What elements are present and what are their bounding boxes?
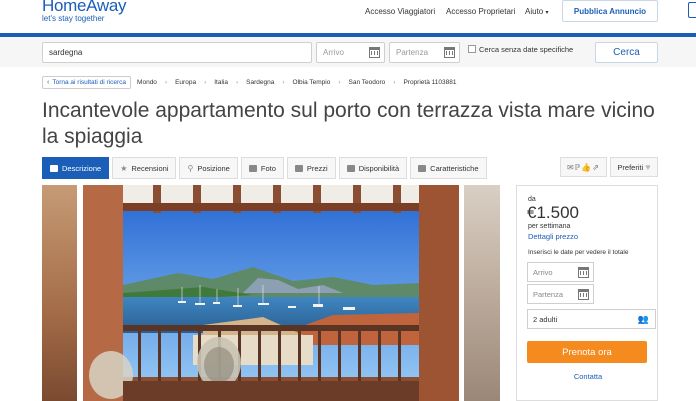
price-icon: [294, 164, 303, 172]
pinterest-icon[interactable]: ℙ: [575, 163, 582, 172]
contact-link[interactable]: Contatta: [517, 372, 659, 381]
booking-panel: da €1.500 per settimana Dettagli prezzo …: [516, 185, 658, 401]
tab-features[interactable]: Caratteristiche: [410, 157, 487, 179]
price-value: €1.500: [527, 203, 579, 222]
previous-photo-thumbnail[interactable]: [42, 185, 77, 401]
breadcrumb-item[interactable]: Europa: [175, 79, 196, 86]
camera-icon: [248, 164, 257, 172]
star-icon: ★: [120, 163, 128, 173]
booking-departure-input[interactable]: Partenza: [527, 284, 594, 304]
breadcrumb-item[interactable]: Olbia Tempio: [293, 79, 331, 86]
guests-selector[interactable]: 2 adulti 👥: [527, 309, 656, 329]
breadcrumb-separator: ›: [282, 79, 285, 86]
nav-help[interactable]: Aiuto ▾: [525, 7, 548, 16]
departure-date-input[interactable]: Partenza: [389, 42, 460, 63]
like-icon[interactable]: 👍: [581, 163, 592, 172]
favorites-label: Preferiti: [617, 162, 644, 172]
calendar-icon: [346, 164, 355, 172]
heart-icon: ♥: [645, 162, 651, 172]
tab-reviews[interactable]: ★ Recensioni: [112, 157, 177, 179]
share-icon[interactable]: ⇗: [592, 163, 600, 172]
breadcrumb-item[interactable]: Sardegna: [246, 79, 274, 86]
list-icon: [418, 164, 427, 172]
publish-listing-button[interactable]: Pubblica Annuncio: [562, 0, 658, 22]
listing-tabs: Descrizione ★ Recensioni ⚲ Posizione Fot…: [42, 157, 490, 179]
book-now-button[interactable]: Prenota ora: [527, 341, 647, 363]
no-dates-checkbox[interactable]: [468, 45, 476, 53]
breadcrumb-item[interactable]: San Teodoro: [349, 79, 386, 86]
chevron-left-icon: ‹: [47, 79, 50, 86]
price-from-label: da: [528, 196, 536, 203]
main-listing-photo[interactable]: [83, 185, 459, 401]
chevron-down-icon: ▾: [545, 10, 549, 16]
tab-label: Prezzi: [306, 163, 328, 173]
tab-label: Descrizione: [62, 163, 102, 173]
search-button[interactable]: Cerca: [595, 42, 658, 63]
booking-arrival-placeholder: Arrivo: [533, 267, 553, 277]
homeaway-logo[interactable]: HomeAway let's stay together: [42, 0, 127, 23]
tab-label: Posizione: [197, 163, 230, 173]
breadcrumb: ‹ Torna ai risultati di ricerca Mondo › …: [42, 76, 464, 89]
price-period: per settimana: [528, 223, 571, 230]
breadcrumb-item[interactable]: Mondo: [137, 79, 157, 86]
arrival-date-input[interactable]: Arrivo: [316, 42, 385, 63]
departure-placeholder: Partenza: [396, 48, 429, 57]
guests-icon: 👥: [637, 314, 649, 324]
favorites-button[interactable]: Preferiti ♥: [610, 157, 658, 177]
breadcrumb-item[interactable]: Italia: [214, 79, 228, 86]
breadcrumb-separator: ›: [164, 79, 168, 86]
tab-photos[interactable]: Foto: [240, 157, 284, 179]
dates-hint: Inserisci le date per vedere il totale: [528, 249, 629, 256]
tab-label: Caratteristiche: [430, 163, 479, 173]
breadcrumb-separator: ›: [393, 79, 396, 86]
back-to-results-button[interactable]: ‹ Torna ai risultati di ricerca: [42, 76, 132, 89]
booking-departure-placeholder: Partenza: [533, 289, 564, 299]
calendar-icon: [578, 267, 589, 278]
breadcrumb-separator: ›: [235, 79, 239, 86]
tab-prices[interactable]: Prezzi: [286, 157, 336, 179]
tab-label: Foto: [260, 163, 276, 173]
price-details-link[interactable]: Dettagli prezzo: [528, 232, 578, 241]
calendar-icon: [444, 47, 455, 58]
nav-owners-login[interactable]: Accesso Proprietari: [446, 7, 515, 16]
breadcrumb-separator: ›: [338, 79, 341, 86]
nav-help-label: Aiuto: [525, 7, 544, 16]
description-icon: [50, 164, 58, 172]
arrival-placeholder: Arrivo: [323, 48, 344, 57]
tab-label: Recensioni: [131, 163, 169, 173]
next-photo-thumbnail[interactable]: [464, 185, 500, 401]
no-dates-label: Cerca senza date specifiche: [479, 45, 574, 54]
guests-value: 2 adulti: [533, 314, 558, 324]
tab-description[interactable]: Descrizione: [42, 157, 110, 179]
listing-title: Incantevole appartamento sul porto con t…: [42, 99, 655, 148]
nav-travelers-login[interactable]: Accesso Viaggiatori: [365, 7, 435, 16]
device-icon[interactable]: [688, 2, 696, 18]
destination-input[interactable]: sardegna: [42, 42, 312, 63]
email-icon[interactable]: ✉: [567, 163, 575, 172]
map-pin-icon: ⚲: [187, 163, 194, 173]
harbor-terrace-photo: [83, 185, 459, 401]
tab-label: Disponibilità: [358, 163, 400, 173]
share-buttons[interactable]: ✉ ℙ 👍 ⇗: [560, 157, 607, 177]
breadcrumb-current: Proprietà 1103881: [403, 79, 457, 86]
site-header: HomeAway let's stay together Accesso Via…: [0, 0, 696, 33]
tab-location[interactable]: ⚲ Posizione: [179, 157, 238, 179]
breadcrumb-separator: ›: [204, 79, 207, 86]
destination-value: sardegna: [49, 48, 83, 57]
calendar-icon: [369, 47, 380, 58]
back-to-results-label: Torna ai risultati di ricerca: [52, 79, 127, 86]
booking-arrival-input[interactable]: Arrivo: [527, 262, 594, 282]
calendar-icon: [578, 289, 589, 300]
tab-availability[interactable]: Disponibilità: [338, 157, 408, 179]
